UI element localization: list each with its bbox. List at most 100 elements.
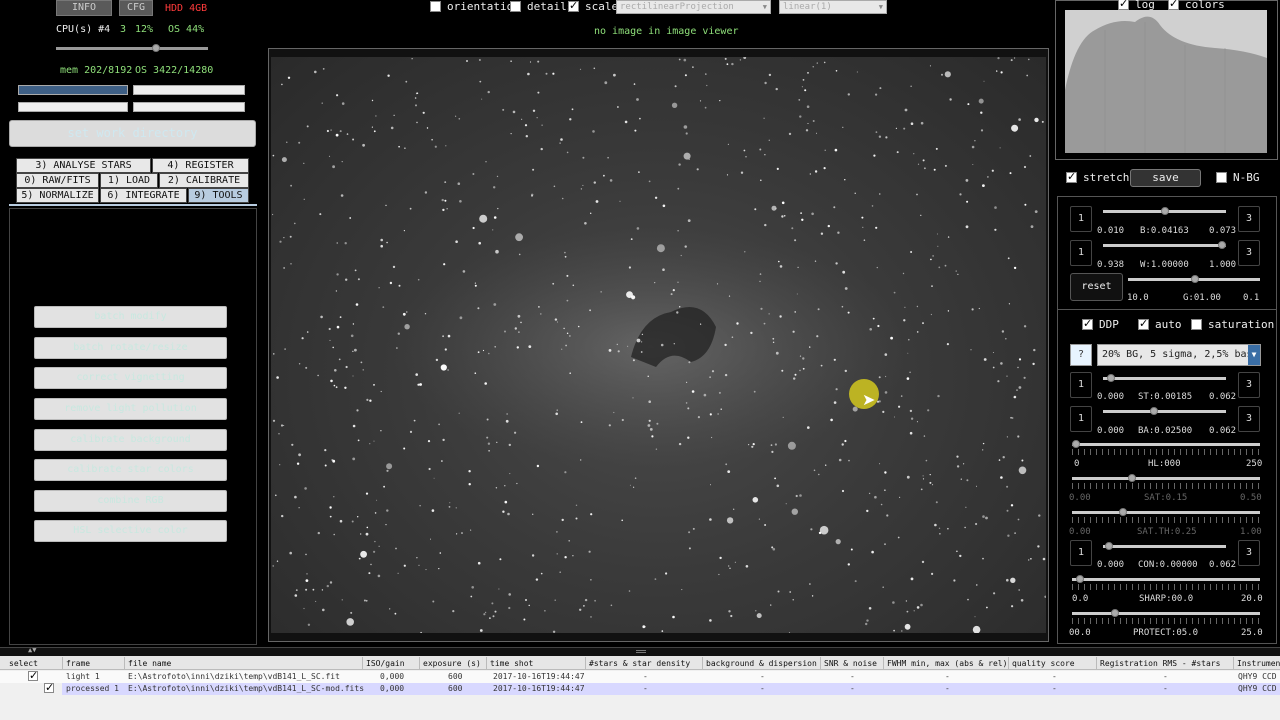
column-header[interactable]: exposure (s)	[420, 657, 487, 670]
orientation-checkbox[interactable]	[430, 1, 441, 12]
b-decrement-button[interactable]: 1	[1070, 206, 1092, 232]
tab-register[interactable]: 4) REGISTER	[152, 158, 249, 173]
tab-tools[interactable]: 9) TOOLS	[188, 188, 249, 203]
con-increment-button[interactable]: 3	[1238, 540, 1260, 566]
tab-raw-fits[interactable]: 0) RAW/FITS	[16, 173, 99, 188]
sat-slider-track[interactable]	[1072, 477, 1260, 480]
details-checkbox[interactable]	[510, 1, 521, 12]
column-header[interactable]: Instrument	[1234, 657, 1280, 670]
tab-normalize[interactable]: 5) NORMALIZE	[16, 188, 99, 203]
ba-increment-button[interactable]: 3	[1238, 406, 1260, 432]
cfg-button[interactable]: CFG	[119, 0, 153, 16]
colors-checkbox[interactable]	[1168, 0, 1179, 10]
hl-slider-track[interactable]	[1072, 443, 1260, 446]
protect-slider-knob[interactable]	[1111, 609, 1119, 617]
details-toggle[interactable]: details	[510, 0, 573, 13]
info-button[interactable]: INFO	[56, 0, 112, 16]
auto-toggle[interactable]: auto	[1138, 317, 1182, 331]
remove-light-pollution-button[interactable]: remove light pollution	[34, 398, 227, 420]
saturation-toggle[interactable]: saturation	[1191, 318, 1274, 331]
tab-load[interactable]: 1) LOAD	[100, 173, 158, 188]
column-header[interactable]: background & dispersion	[703, 657, 821, 670]
st-slider-track[interactable]	[1103, 377, 1226, 380]
st-slider-knob[interactable]	[1107, 374, 1115, 382]
w-decrement-button[interactable]: 1	[1070, 240, 1092, 266]
filename-cell: E:\Astrofoto\inni\dziki\temp\vdB141_L_SC…	[128, 684, 365, 693]
g-slider-knob[interactable]	[1191, 275, 1199, 283]
stretch-mode-select[interactable]: linear(1) ▼	[779, 0, 887, 14]
scale-toggle[interactable]: scale	[568, 0, 618, 13]
column-header[interactable]: Registration RMS - #stars	[1097, 657, 1234, 670]
batch-modify-button[interactable]: batch modify	[34, 306, 227, 328]
ba-decrement-button[interactable]: 1	[1070, 406, 1092, 432]
tab-analyse-stars[interactable]: 3) ANALYSE STARS	[16, 158, 151, 173]
satth-slider-track[interactable]	[1072, 511, 1260, 514]
stretch-toggle[interactable]: stretch	[1066, 170, 1129, 184]
star	[781, 201, 785, 205]
hsl-selective-color-button[interactable]: HSL selective color	[34, 520, 227, 542]
column-header[interactable]: SNR & noise	[821, 657, 884, 670]
calibrate-background-button[interactable]: calibrate background	[34, 429, 227, 451]
con-slider-track[interactable]	[1103, 545, 1226, 548]
ba-slider-knob[interactable]	[1150, 407, 1158, 415]
w-slider-knob[interactable]	[1218, 241, 1226, 249]
reset-button[interactable]: reset	[1070, 273, 1123, 301]
column-header[interactable]: quality score	[1009, 657, 1097, 670]
star	[965, 506, 967, 508]
cpu-slider-track[interactable]	[56, 47, 208, 50]
projection-select[interactable]: rectilinearProjection ▼	[616, 0, 771, 14]
scale-checkbox[interactable]	[568, 0, 579, 12]
saturation-checkbox[interactable]	[1191, 319, 1202, 330]
log-checkbox[interactable]	[1118, 0, 1129, 10]
astro-image[interactable]	[271, 57, 1046, 633]
con-decrement-button[interactable]: 1	[1070, 540, 1092, 566]
sat-slider-knob[interactable]	[1128, 474, 1136, 482]
column-header[interactable]: time shot	[487, 657, 586, 670]
ba-slider-track[interactable]	[1103, 410, 1226, 413]
correct-vignetting-button[interactable]: correct vignetting	[34, 367, 227, 389]
help-button[interactable]: ?	[1070, 344, 1092, 366]
nbg-toggle[interactable]: N-BG	[1216, 171, 1260, 184]
batch-rotate-resize-button[interactable]: batch rotate/resize	[34, 337, 227, 359]
row-select-checkbox[interactable]	[28, 669, 38, 682]
column-header[interactable]: FWHM min, max (abs & rel)	[884, 657, 1009, 670]
calibrate-star-colors-button[interactable]: calibrate star colors	[34, 459, 227, 481]
tab-calibrate[interactable]: 2) CALIBRATE	[159, 173, 249, 188]
splitter[interactable]: ▲▼	[0, 646, 1280, 656]
combine-rgb-button[interactable]: combine RGB	[34, 490, 227, 512]
b-slider-knob[interactable]	[1161, 207, 1169, 215]
protect-slider-track[interactable]	[1072, 612, 1260, 615]
ddp-toggle[interactable]: DDP	[1082, 317, 1119, 331]
sharp-slider-track[interactable]	[1072, 578, 1260, 581]
column-header[interactable]: frame	[63, 657, 125, 670]
auto-checkbox[interactable]	[1138, 317, 1149, 330]
star	[907, 352, 909, 354]
sharp-slider-knob[interactable]	[1076, 575, 1084, 583]
save-button[interactable]: save	[1130, 169, 1201, 187]
star	[356, 409, 359, 412]
orientation-toggle[interactable]: orientation	[430, 0, 520, 13]
stretch-checkbox[interactable]	[1066, 170, 1077, 183]
st-increment-button[interactable]: 3	[1238, 372, 1260, 398]
satth-slider-knob[interactable]	[1119, 508, 1127, 516]
w-slider-track[interactable]	[1103, 244, 1226, 247]
tab-integrate[interactable]: 6) INTEGRATE	[100, 188, 187, 203]
nbg-checkbox[interactable]	[1216, 172, 1227, 183]
set-work-directory-button[interactable]: set work directory	[9, 120, 256, 147]
star	[879, 193, 881, 195]
star	[1032, 362, 1035, 366]
cpu-slider-knob[interactable]	[152, 44, 160, 52]
w-increment-button[interactable]: 3	[1238, 240, 1260, 266]
column-header[interactable]: ISO/gain	[363, 657, 420, 670]
st-decrement-button[interactable]: 1	[1070, 372, 1092, 398]
column-header[interactable]: file name	[125, 657, 363, 670]
star	[877, 324, 880, 328]
b-increment-button[interactable]: 3	[1238, 206, 1260, 232]
preset-select[interactable]: 20% BG, 5 sigma, 2,5% base ▼	[1097, 344, 1261, 366]
star	[809, 583, 811, 585]
hl-slider-knob[interactable]	[1072, 440, 1080, 448]
column-header[interactable]: #stars & star density	[586, 657, 703, 670]
ddp-checkbox[interactable]	[1082, 317, 1093, 330]
con-slider-knob[interactable]	[1105, 542, 1113, 550]
row-select-checkbox[interactable]	[44, 681, 54, 694]
